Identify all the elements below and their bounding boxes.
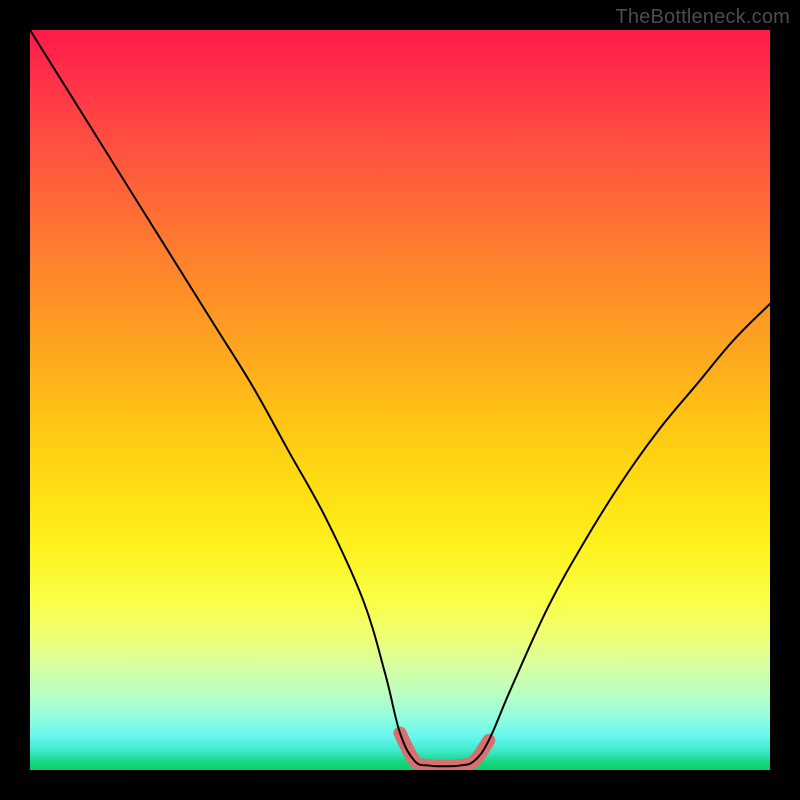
bottleneck-marker xyxy=(400,733,489,766)
chart-svg xyxy=(30,30,770,770)
watermark-text: TheBottleneck.com xyxy=(615,6,790,29)
plot-area xyxy=(30,30,770,770)
chart-frame: TheBottleneck.com xyxy=(0,0,800,800)
curve-line xyxy=(30,30,770,766)
